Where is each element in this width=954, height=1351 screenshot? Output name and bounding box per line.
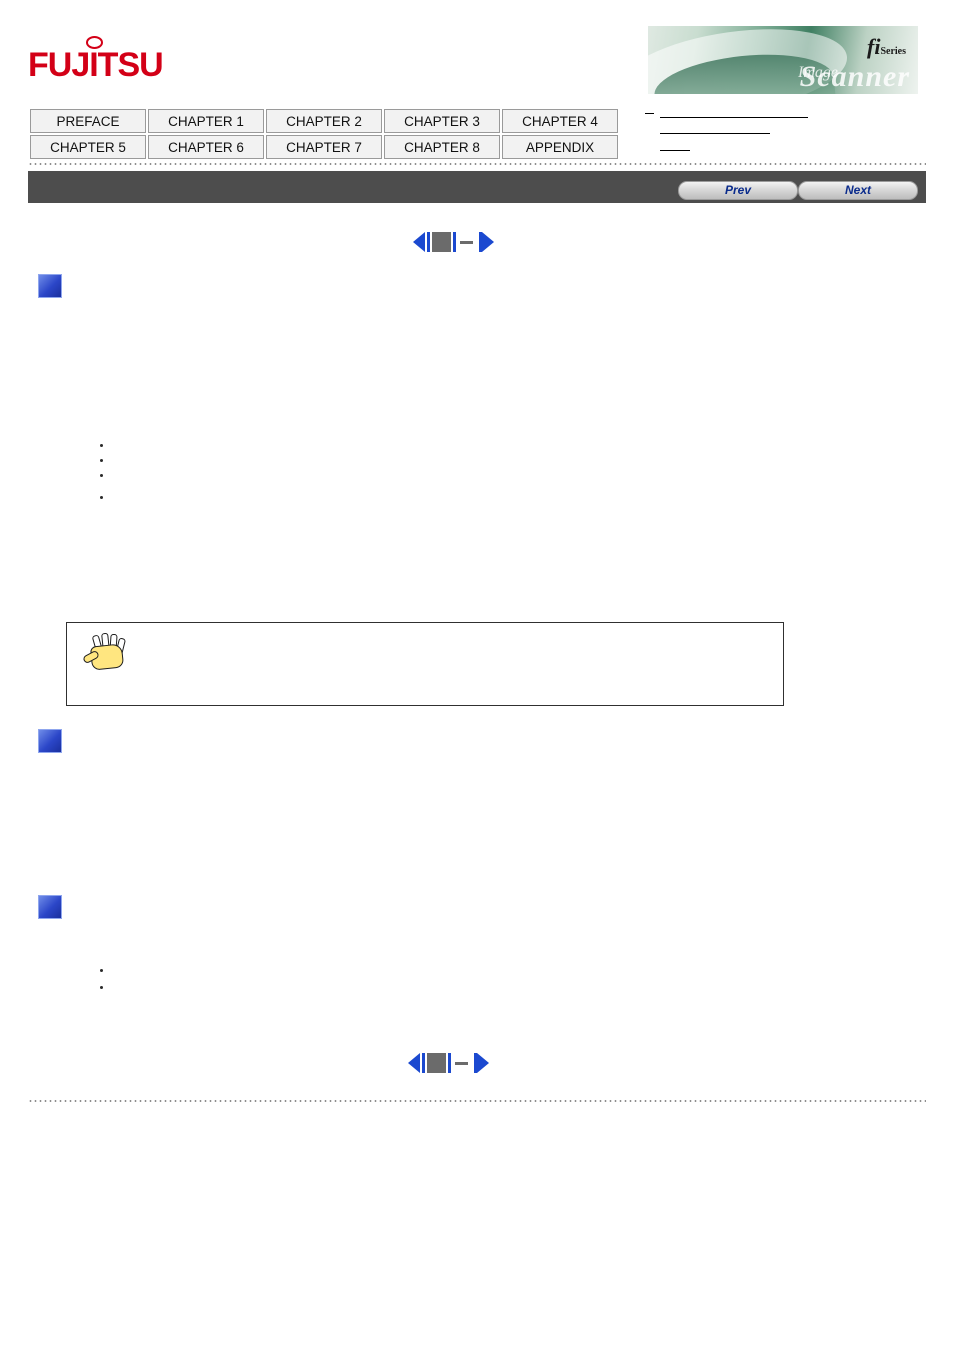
bullet-5: [100, 969, 103, 972]
nav-tab-preface[interactable]: PREFACE: [30, 109, 146, 133]
nav-tab-chapter-1[interactable]: CHAPTER 1: [148, 109, 264, 133]
header-rule-2: [660, 133, 770, 134]
first-page-icon-bottom[interactable]: [408, 1053, 420, 1073]
page-header: FUJITSU Image Scanner fiSeries: [0, 0, 954, 151]
next-page-icon[interactable]: [482, 232, 494, 252]
divider-top: [28, 163, 926, 165]
next-page-icon-bottom[interactable]: [477, 1053, 489, 1073]
pager-bottom[interactable]: [408, 1053, 489, 1073]
bullet-6: [100, 986, 103, 989]
section-marker-blue-2: [38, 729, 62, 753]
chapter-navigation[interactable]: PREFACE CHAPTER 1 CHAPTER 2 CHAPTER 3 CH…: [28, 107, 620, 161]
pager-top[interactable]: [413, 232, 494, 252]
fujitsu-logo: FUJITSU: [28, 36, 164, 85]
fi-series-scanner-banner: Image Scanner fiSeries: [648, 26, 918, 94]
banner-fi-text: fi: [867, 34, 881, 59]
current-page-indicator-bottom: [427, 1053, 446, 1073]
banner-scanner-word: Scanner: [799, 60, 910, 93]
page-bar-icon[interactable]: [453, 232, 456, 252]
header-rule-3: [660, 150, 690, 151]
page-separator-dash: [460, 240, 473, 244]
nav-tab-chapter-8[interactable]: CHAPTER 8: [384, 135, 500, 159]
page-separator-dash-bottom: [455, 1061, 468, 1065]
bullet-1: [100, 444, 103, 447]
header-dash-connector: [645, 113, 654, 114]
chapter-nav-row-2: CHAPTER 5 CHAPTER 6 CHAPTER 7 CHAPTER 8 …: [30, 135, 618, 159]
bullet-3: [100, 474, 103, 477]
bullet-2: [100, 459, 103, 462]
nav-tab-chapter-6[interactable]: CHAPTER 6: [148, 135, 264, 159]
nav-tab-chapter-3[interactable]: CHAPTER 3: [384, 109, 500, 133]
nav-tab-chapter-2[interactable]: CHAPTER 2: [266, 109, 382, 133]
caution-box: [66, 622, 784, 706]
previous-page-icon-bottom[interactable]: [422, 1053, 425, 1073]
section-marker-blue-3: [38, 895, 62, 919]
current-page-indicator: [432, 232, 451, 252]
fujitsu-logo-circle-icon: [86, 36, 103, 49]
next-button[interactable]: Next: [798, 181, 918, 200]
chapter-nav-row-1: PREFACE CHAPTER 1 CHAPTER 2 CHAPTER 3 CH…: [30, 109, 618, 133]
divider-bottom: [28, 1100, 926, 1102]
page-bar-icon-bottom[interactable]: [448, 1053, 451, 1073]
nav-tab-chapter-5[interactable]: CHAPTER 5: [30, 135, 146, 159]
previous-page-icon[interactable]: [427, 232, 430, 252]
banner-series-text: Series: [880, 46, 906, 57]
caution-hand-icon: [81, 632, 137, 673]
nav-tab-chapter-7[interactable]: CHAPTER 7: [266, 135, 382, 159]
first-page-icon[interactable]: [413, 232, 425, 252]
bullet-4: [100, 496, 103, 499]
fujitsu-logo-text: FUJITSU: [28, 46, 164, 84]
prev-button[interactable]: Prev: [678, 181, 798, 200]
nav-tab-chapter-4[interactable]: CHAPTER 4: [502, 109, 618, 133]
section-marker-blue-1: [38, 274, 62, 298]
banner-fi-logo: fiSeries: [867, 34, 906, 60]
header-rule-1: [660, 117, 808, 118]
nav-tab-appendix[interactable]: APPENDIX: [502, 135, 618, 159]
